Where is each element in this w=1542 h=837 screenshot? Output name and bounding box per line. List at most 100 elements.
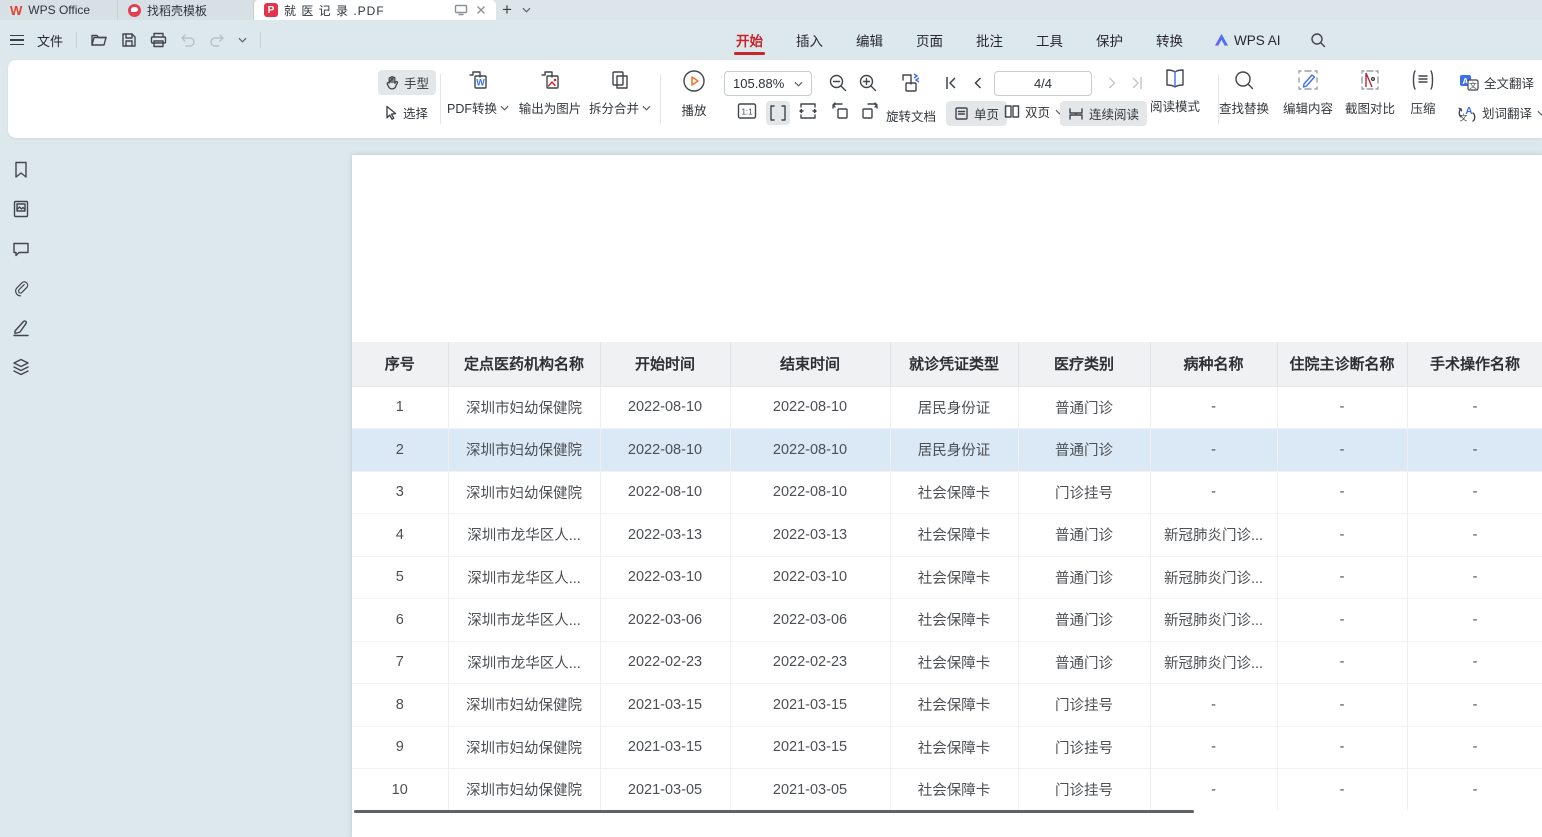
table-cell: 新冠肺炎门诊... <box>1150 556 1277 599</box>
table-cell: 社会保障卡 <box>890 641 1018 684</box>
comment-icon[interactable] <box>11 239 31 259</box>
zoom-in-icon[interactable] <box>858 73 878 93</box>
menu-tools[interactable]: 工具 <box>1034 21 1065 59</box>
table-row: 4深圳市龙华区人...2022-03-132022-03-13社会保障卡普通门诊… <box>352 514 1542 557</box>
table-cell: 2022-02-23 <box>600 641 730 684</box>
actual-size-button[interactable]: 1:1 <box>737 102 757 120</box>
compress-button[interactable]: 压缩 <box>1400 60 1446 120</box>
find-replace-button[interactable]: 查找替换 <box>1212 60 1276 120</box>
table-cell: 6 <box>352 599 448 642</box>
rotate-doc-label[interactable]: 旋转文档 <box>886 106 936 125</box>
continuous-read-button[interactable]: 连续阅读 <box>1060 101 1147 126</box>
play-button[interactable]: 播放 <box>669 60 719 120</box>
menu-wps-ai[interactable]: WPS AI <box>1214 33 1281 48</box>
divider <box>660 74 661 124</box>
zoom-level-select[interactable]: 105.88% <box>724 71 812 96</box>
left-panel-sidebar <box>0 138 40 837</box>
double-page-icon <box>1004 104 1020 119</box>
select-tool-button[interactable]: 选择 <box>378 100 435 125</box>
undo-icon[interactable] <box>180 33 196 47</box>
menu-protect[interactable]: 保护 <box>1094 21 1125 59</box>
word-translate-icon: A文 <box>1457 104 1477 122</box>
table-cell: - <box>1407 471 1542 514</box>
table-cell: - <box>1277 769 1407 811</box>
chevron-down-icon <box>1537 110 1542 116</box>
page-number-input[interactable]: 4/4 <box>994 71 1092 96</box>
table-cell: 2022-08-10 <box>600 429 730 472</box>
table-header-cell: 结束时间 <box>730 342 890 386</box>
full-translate-icon: A文 <box>1459 74 1479 91</box>
menu-home[interactable]: 开始 <box>734 21 765 59</box>
menu-annotate[interactable]: 批注 <box>974 21 1005 59</box>
table-cell: 2022-02-23 <box>730 641 890 684</box>
layers-icon[interactable] <box>11 357 31 377</box>
hand-tool-button[interactable]: 手型 <box>378 70 436 95</box>
attachment-icon[interactable] <box>11 279 31 299</box>
table-row: 3深圳市妇幼保健院2022-08-102022-08-10社会保障卡门诊挂号--… <box>352 471 1542 514</box>
tab-document-pdf[interactable]: P 就 医 记 录 .PDF <box>254 0 496 20</box>
table-row: 6深圳市龙华区人...2022-03-062022-03-06社会保障卡普通门诊… <box>352 599 1542 642</box>
table-cell: - <box>1277 471 1407 514</box>
last-page-icon[interactable] <box>1129 75 1145 91</box>
bookmark-icon[interactable] <box>11 160 31 180</box>
tab-list-chevron-icon[interactable] <box>518 0 535 20</box>
prev-page-icon[interactable] <box>970 75 986 91</box>
single-page-button[interactable]: 单页 <box>946 101 1007 126</box>
table-cell: - <box>1407 684 1542 727</box>
main-menu-icon[interactable] <box>10 35 24 46</box>
edit-content-button[interactable]: 编辑内容 <box>1276 60 1340 120</box>
menu-page[interactable]: 页面 <box>914 21 945 59</box>
menu-insert[interactable]: 插入 <box>794 21 825 59</box>
read-mode-button[interactable]: 阅读模式 <box>1144 60 1206 120</box>
table-cell: 2022-08-10 <box>730 429 890 472</box>
menu-edit[interactable]: 编辑 <box>854 21 885 59</box>
tab-docer-templates[interactable]: 找稻壳模板 <box>118 0 254 20</box>
table-cell: 5 <box>352 556 448 599</box>
split-merge-button[interactable]: 拆分合并 <box>586 60 654 120</box>
double-page-button[interactable]: 双页 <box>1004 102 1064 121</box>
tab-wps-office[interactable]: W WPS Office <box>0 0 118 20</box>
zoom-out-icon[interactable] <box>828 73 848 93</box>
first-page-icon[interactable] <box>943 75 959 91</box>
next-page-icon[interactable] <box>1104 75 1120 91</box>
table-row: 5深圳市龙华区人...2022-03-102022-03-10社会保障卡普通门诊… <box>352 556 1542 599</box>
save-icon[interactable] <box>121 32 137 48</box>
screenshot-compare-button[interactable]: 截图对比 <box>1338 60 1402 120</box>
redo-icon[interactable] <box>209 33 225 47</box>
menu-convert[interactable]: 转换 <box>1154 21 1185 59</box>
print-icon[interactable] <box>150 32 167 48</box>
table-cell: - <box>1277 684 1407 727</box>
pdf-convert-button[interactable]: W PDF转换 <box>444 60 512 120</box>
full-translate-button[interactable]: A文 全文翻译 <box>1452 70 1541 95</box>
table-cell: 深圳市妇幼保健院 <box>448 386 600 429</box>
chevron-down-icon <box>794 81 803 87</box>
monitor-icon[interactable] <box>454 4 468 16</box>
table-cell: 社会保障卡 <box>890 599 1018 642</box>
quickbar-chevron-icon[interactable] <box>238 37 247 43</box>
svg-text:文: 文 <box>1469 80 1477 90</box>
fit-page-button[interactable] <box>798 102 818 120</box>
word-translate-button[interactable]: A文 划词翻译 <box>1450 100 1542 125</box>
page-view-swap-icon[interactable] <box>898 71 924 96</box>
table-cell: 9 <box>352 726 448 769</box>
new-tab-button[interactable]: + <box>496 0 518 20</box>
open-file-icon[interactable] <box>90 32 108 48</box>
table-cell: 新冠肺炎门诊... <box>1150 514 1277 557</box>
screenshot-compare-icon <box>1358 69 1382 91</box>
rotate-left-button[interactable] <box>830 102 850 120</box>
search-icon[interactable] <box>1310 32 1326 48</box>
tab-label: WPS Office <box>28 3 90 17</box>
horizontal-scrollbar[interactable] <box>354 810 1194 813</box>
file-menu[interactable]: 文件 <box>37 31 63 50</box>
fit-width-button[interactable] <box>766 101 790 125</box>
table-cell: - <box>1150 726 1277 769</box>
table-header-cell: 病种名称 <box>1150 342 1277 386</box>
highlight-pen-icon[interactable] <box>11 318 31 338</box>
pdf-file-icon: P <box>264 3 278 17</box>
svg-text:文: 文 <box>1460 112 1468 122</box>
close-tab-icon[interactable] <box>476 5 486 15</box>
thumbnail-icon[interactable] <box>11 199 31 219</box>
rotate-right-button[interactable] <box>860 102 880 120</box>
export-image-button[interactable]: 输出为图片 <box>514 60 586 120</box>
table-cell: - <box>1407 769 1542 811</box>
